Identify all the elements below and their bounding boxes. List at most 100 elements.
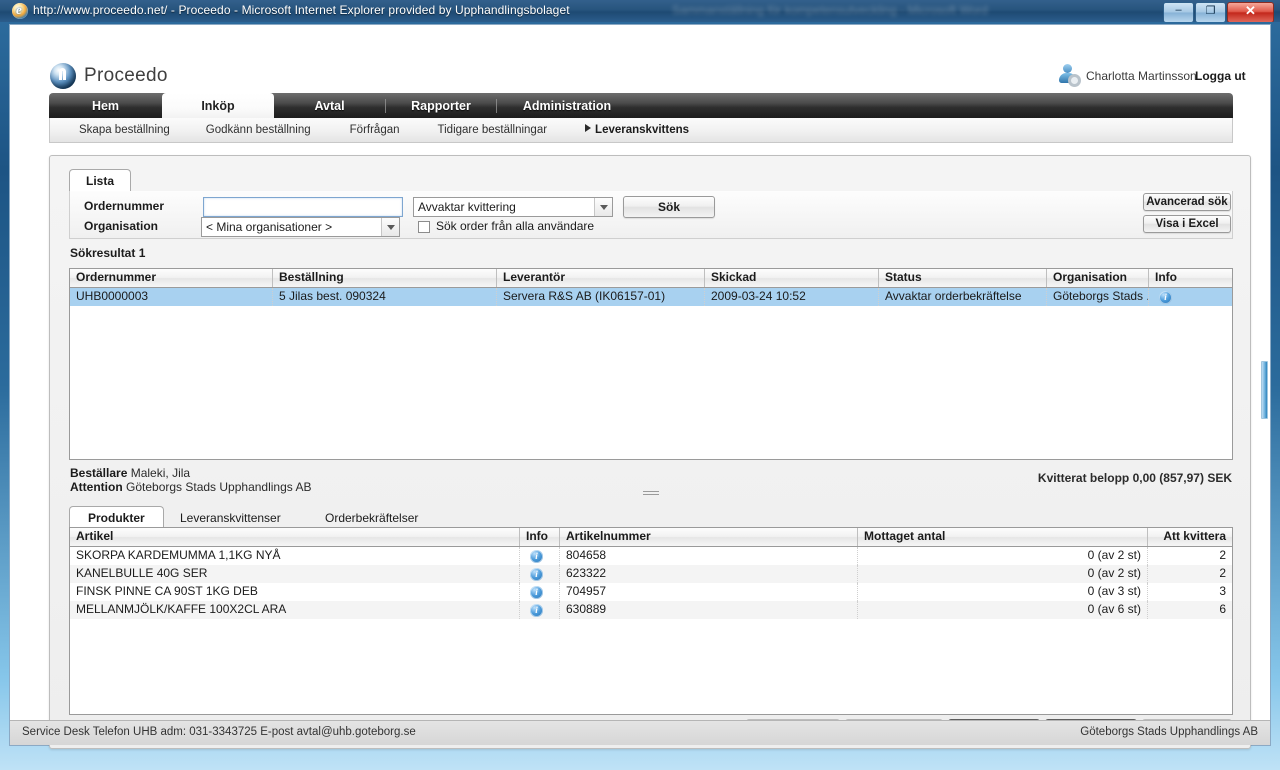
panel-tab-strip: Lista — [69, 169, 1233, 192]
sub-navigation: Skapa beställning Godkänn beställning Fö… — [49, 118, 1233, 143]
status-select[interactable]: Avvaktar kvittering — [413, 197, 613, 217]
cell-artikelnummer: 704957 — [560, 583, 858, 601]
col-mottaget-antal[interactable]: Mottaget antal — [858, 528, 1148, 546]
col-product-info[interactable]: Info — [520, 528, 560, 546]
kvitterat-belopp-value: 0,00 (857,97) SEK — [1132, 471, 1232, 485]
table-row[interactable]: SKORPA KARDEMUMMA 1,1KG NYÅ i 804658 0 (… — [70, 547, 1232, 565]
orders-table: Ordernummer Beställning Leverantör Skick… — [69, 268, 1233, 460]
products-table: Artikel Info Artikelnummer Mottaget anta… — [69, 527, 1233, 715]
chevron-down-icon — [594, 198, 612, 216]
cell-product-info: i — [520, 601, 560, 619]
window-controls: – ❐ ✕ — [1162, 2, 1274, 22]
col-info[interactable]: Info — [1149, 269, 1189, 287]
tab-orderbekraftelser[interactable]: Orderbekräftelser — [310, 506, 433, 528]
status-footer: Service Desk Telefon UHB adm: 031-334372… — [10, 720, 1270, 745]
info-icon[interactable]: i — [1159, 291, 1172, 304]
cell-leverantor: Servera R&S AB (IK06157-01) — [497, 288, 705, 306]
table-row[interactable]: UHB0000003 5 Jilas best. 090324 Servera … — [70, 288, 1232, 306]
subnav-item-skapa-bestallning[interactable]: Skapa beställning — [79, 124, 170, 136]
subnav-item-leveranskvittens[interactable]: Leveranskvittens — [585, 124, 689, 136]
info-icon[interactable]: i — [530, 604, 543, 617]
ordernummer-label: Ordernummer — [84, 199, 165, 213]
cell-artikel: FINSK PINNE CA 90ST 1KG DEB — [70, 583, 520, 601]
cell-product-info: i — [520, 583, 560, 601]
logout-link[interactable]: Logga ut — [1195, 69, 1246, 83]
info-icon[interactable]: i — [530, 568, 543, 581]
table-row[interactable]: FINSK PINNE CA 90ST 1KG DEB i 704957 0 (… — [70, 583, 1232, 601]
footer-company-text: Göteborgs Stads Upphandlings AB — [1080, 726, 1258, 738]
subnav-item-forfragan[interactable]: Förfrågan — [350, 124, 400, 136]
search-form: Ordernummer Avvaktar kvittering Sök Orga… — [69, 191, 1233, 239]
tab-lista[interactable]: Lista — [69, 169, 132, 191]
info-icon[interactable]: i — [530, 586, 543, 599]
nav-tab-hem[interactable]: Hem — [49, 93, 162, 118]
kvitterat-belopp-label: Kvitterat belopp — [1037, 471, 1130, 485]
cell-ordernummer: UHB0000003 — [70, 288, 273, 306]
cell-artikelnummer: 623322 — [560, 565, 858, 583]
cell-mottaget-antal: 0 (av 2 st) — [858, 547, 1148, 565]
all-users-checkbox[interactable] — [418, 221, 430, 233]
proceedo-logo-icon — [50, 63, 76, 89]
col-leverantor[interactable]: Leverantör — [497, 269, 705, 287]
chevron-right-icon — [585, 124, 592, 132]
attention-value: Göteborgs Stads Upphandlings AB — [126, 480, 312, 494]
tab-leveranskvittenser[interactable]: Leveranskvittenser — [165, 506, 296, 528]
cell-info: i — [1149, 288, 1189, 306]
cell-artikelnummer: 630889 — [560, 601, 858, 619]
subnav-item-tidigare-bestallningar[interactable]: Tidigare beställningar — [438, 124, 548, 136]
cell-artikel: SKORPA KARDEMUMMA 1,1KG NYÅ — [70, 547, 520, 565]
attention-row: Attention Göteborgs Stads Upphandlings A… — [70, 480, 311, 494]
nav-tab-inkop[interactable]: Inköp — [162, 93, 274, 118]
browser-window: http://www.proceedo.net/ - Proceedo - Mi… — [0, 0, 1280, 770]
col-skickad[interactable]: Skickad — [705, 269, 879, 287]
search-button[interactable]: Sök — [623, 196, 715, 218]
cell-status: Avvaktar orderbekräftelse — [879, 288, 1047, 306]
subnav-item-godkann-bestallning[interactable]: Godkänn beställning — [206, 124, 311, 136]
nav-tab-administration[interactable]: Administration — [497, 93, 637, 118]
title-bar: http://www.proceedo.net/ - Proceedo - Mi… — [0, 0, 1280, 22]
cell-att-kvittera: 3 — [1219, 584, 1226, 598]
cell-att-kvittera: 2 — [1219, 566, 1226, 580]
col-artikelnummer[interactable]: Artikelnummer — [560, 528, 858, 546]
all-users-checkbox-label: Sök order från alla användare — [436, 219, 595, 233]
bestallare-value: Maleki, Jila — [130, 466, 191, 480]
cell-product-info: i — [520, 547, 560, 565]
page-scrollbar-thumb[interactable] — [1261, 361, 1268, 419]
col-ordernummer[interactable]: Ordernummer — [70, 269, 273, 287]
search-result-caption: Sökresultat 1 — [70, 246, 146, 260]
cell-mottaget-antal: 0 (av 3 st) — [858, 583, 1148, 601]
col-bestallning[interactable]: Beställning — [273, 269, 497, 287]
nav-tab-rapporter[interactable]: Rapporter — [386, 93, 496, 118]
cell-artikelnummer: 804658 — [560, 547, 858, 565]
col-status[interactable]: Status — [879, 269, 1047, 287]
cell-organisation: Göteborgs Stads ... — [1047, 288, 1149, 306]
organisation-select-value: < Mina organisationer > — [206, 220, 333, 234]
organisation-select[interactable]: < Mina organisationer > — [201, 217, 400, 237]
splitter-grip[interactable] — [643, 491, 659, 497]
tab-produkter[interactable]: Produkter — [69, 506, 164, 528]
minimize-icon: – — [1175, 4, 1182, 16]
col-artikel[interactable]: Artikel — [70, 528, 520, 546]
info-icon[interactable]: i — [530, 550, 543, 563]
organisation-label: Organisation — [84, 219, 159, 233]
advanced-search-button[interactable]: Avancerad sök — [1143, 193, 1231, 211]
chevron-down-icon — [381, 218, 399, 236]
cell-mottaget-antal: 0 (av 2 st) — [858, 565, 1148, 583]
nav-tab-avtal[interactable]: Avtal — [274, 93, 385, 118]
cell-bestallning: 5 Jilas best. 090324 — [273, 288, 497, 306]
minimize-button[interactable]: – — [1163, 2, 1194, 22]
show-in-excel-button[interactable]: Visa i Excel — [1143, 215, 1231, 233]
maximize-icon: ❐ — [1205, 5, 1216, 17]
table-row[interactable]: KANELBULLE 40G SER i 623322 0 (av 2 st) … — [70, 565, 1232, 583]
close-button[interactable]: ✕ — [1227, 2, 1274, 22]
col-organisation[interactable]: Organisation — [1047, 269, 1149, 287]
table-row[interactable]: MELLANMJÖLK/KAFFE 100X2CL ARA i 630889 0… — [70, 601, 1232, 619]
close-icon: ✕ — [1245, 3, 1256, 18]
kvitterat-belopp: Kvitterat belopp 0,00 (857,97) SEK — [1038, 471, 1232, 485]
background-window-title-ghost: Sammanställning för kompetensutveckling … — [672, 3, 988, 17]
ordernummer-input[interactable] — [203, 197, 403, 217]
cell-product-info: i — [520, 565, 560, 583]
maximize-button[interactable]: ❐ — [1195, 2, 1226, 22]
cell-artikel: MELLANMJÖLK/KAFFE 100X2CL ARA — [70, 601, 520, 619]
col-att-kvittera[interactable]: Att kvittera — [1148, 528, 1232, 546]
